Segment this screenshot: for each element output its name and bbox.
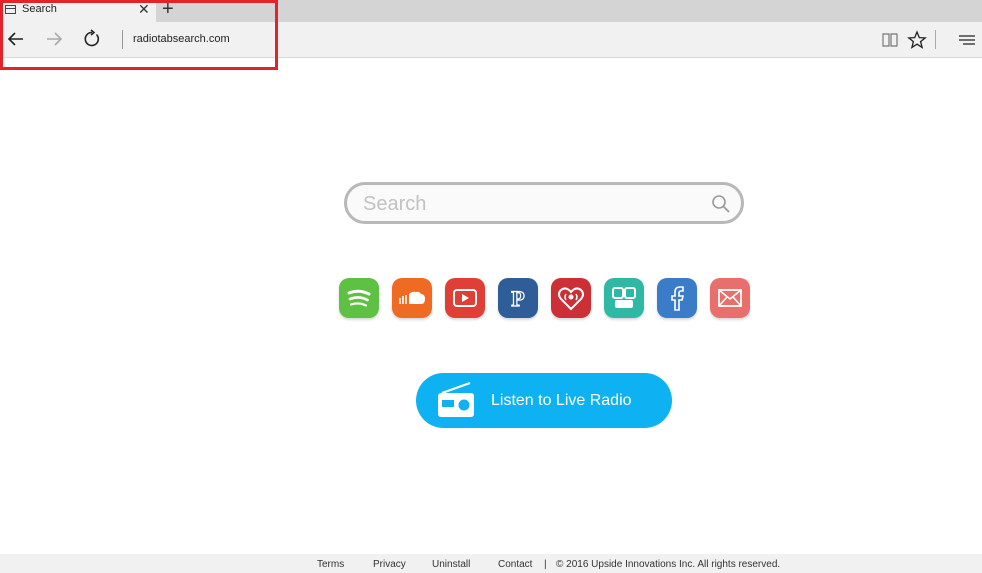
- svg-text:P: P: [511, 286, 524, 311]
- book-icon[interactable]: [880, 30, 900, 50]
- toolbar-separator: [935, 30, 936, 49]
- iheartradio-icon[interactable]: [551, 278, 591, 318]
- footer-uninstall-link[interactable]: Uninstall: [432, 559, 470, 570]
- footer-privacy-link[interactable]: Privacy: [373, 559, 406, 570]
- listen-live-radio-label: Listen to Live Radio: [491, 392, 632, 409]
- footer: Terms Privacy Uninstall Contact | © 2016…: [0, 554, 982, 573]
- magnifier-icon[interactable]: [711, 194, 731, 214]
- footer-terms-link[interactable]: Terms: [317, 559, 344, 570]
- tunein-icon[interactable]: [604, 278, 644, 318]
- highlight-box: [0, 0, 278, 70]
- listen-live-radio-button[interactable]: Listen to Live Radio: [416, 373, 672, 428]
- youtube-icon[interactable]: [445, 278, 485, 318]
- footer-contact-link[interactable]: Contact: [498, 559, 532, 570]
- footer-copyright: © 2016 Upside Innovations Inc. All right…: [556, 559, 781, 570]
- search-box: [344, 182, 744, 224]
- search-input[interactable]: [363, 191, 693, 217]
- soundcloud-icon[interactable]: [392, 278, 432, 318]
- spotify-icon[interactable]: [339, 278, 379, 318]
- hamburger-menu-icon[interactable]: [957, 30, 977, 50]
- envelope-icon[interactable]: [710, 278, 750, 318]
- pandora-icon[interactable]: P: [498, 278, 538, 318]
- facebook-icon[interactable]: [657, 278, 697, 318]
- star-icon[interactable]: [907, 30, 927, 50]
- footer-separator: |: [544, 559, 547, 570]
- radio-icon: [438, 382, 474, 417]
